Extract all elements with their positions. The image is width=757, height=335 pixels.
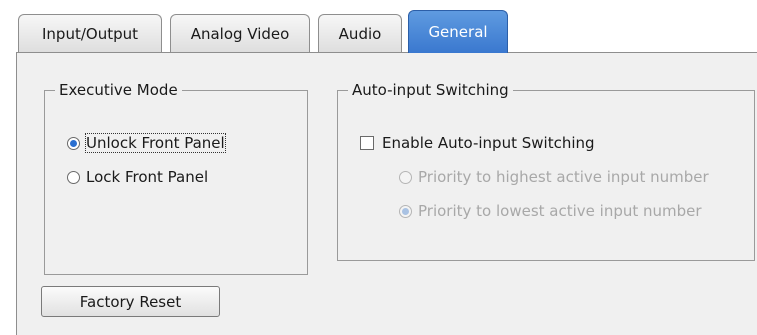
tab-audio[interactable]: Audio [318,14,402,52]
tab-bar: Input/Output Analog Video Audio General [0,0,757,53]
unlock-front-panel-option[interactable]: Unlock Front Panel [67,133,226,153]
radio-disabled-icon[interactable] [399,170,412,184]
lock-front-panel-option[interactable]: Lock Front Panel [67,168,208,186]
general-panel: Executive Mode Unlock Front Panel Lock F… [16,52,757,335]
auto-input-switching-group: Auto-input Switching Enable Auto-input S… [337,80,755,261]
tab-analog-video[interactable]: Analog Video [170,14,310,52]
tab-label: Input/Output [42,24,138,43]
radio-selected-icon[interactable] [67,136,80,150]
tab-general[interactable]: General [408,10,508,53]
checkbox-unchecked-icon[interactable] [360,136,374,150]
enable-auto-input-checkbox-row[interactable]: Enable Auto-input Switching [360,134,595,152]
option-label: Unlock Front Panel [85,133,226,153]
option-label: Priority to lowest active input number [418,202,702,220]
factory-reset-button[interactable]: Factory Reset [41,286,220,317]
executive-mode-group: Executive Mode Unlock Front Panel Lock F… [44,80,308,275]
radio-unselected-icon[interactable] [67,170,80,184]
tab-label: Audio [338,24,382,43]
priority-highest-option[interactable]: Priority to highest active input number [399,168,709,186]
option-label: Lock Front Panel [86,168,209,186]
tab-label: Analog Video [190,24,290,43]
tab-input-output[interactable]: Input/Output [18,14,162,52]
checkbox-label: Enable Auto-input Switching [382,134,595,152]
option-label: Priority to highest active input number [418,168,709,186]
tab-label: General [428,23,488,41]
radio-disabled-selected-icon[interactable] [399,204,412,218]
executive-mode-title: Executive Mode [55,80,182,100]
button-label: Factory Reset [79,292,182,311]
priority-lowest-option[interactable]: Priority to lowest active input number [399,202,702,220]
auto-input-switching-title: Auto-input Switching [348,80,513,100]
